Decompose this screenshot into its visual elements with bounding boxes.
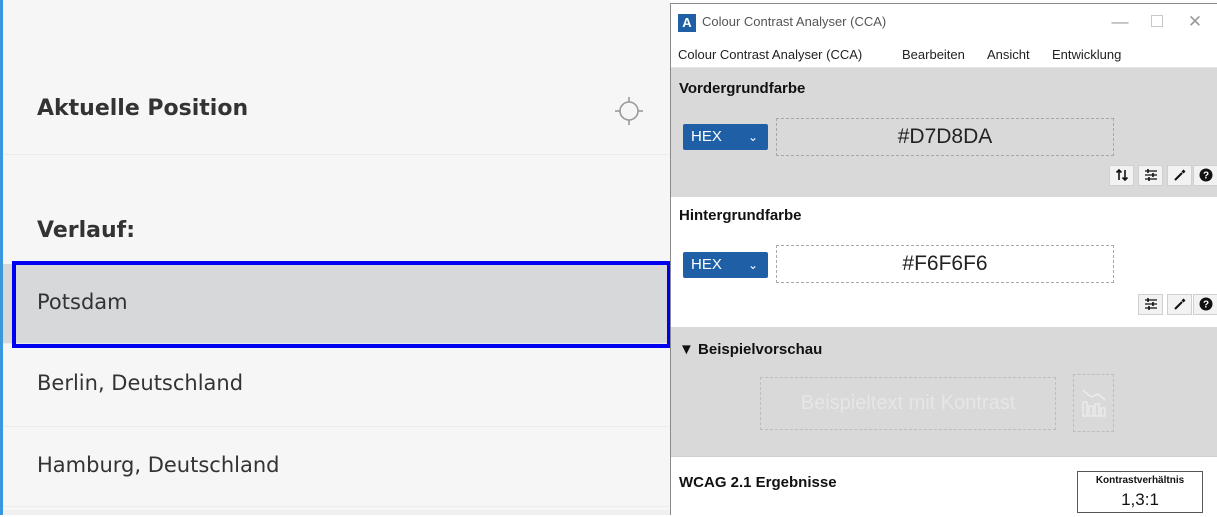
minimize-button[interactable]: — (1105, 10, 1135, 34)
background-help-button[interactable]: ? (1193, 294, 1217, 315)
foreground-eyedropper-button[interactable] (1167, 165, 1192, 186)
eyedropper-icon (1173, 298, 1185, 310)
foreground-help-button[interactable]: ? (1193, 165, 1217, 186)
swap-icon (1115, 168, 1128, 182)
foreground-heading: Vordergrundfarbe (679, 80, 806, 97)
eyedropper-icon (1173, 169, 1185, 181)
current-position-label: Aktuelle Position (37, 96, 249, 121)
foreground-hex-input[interactable]: #D7D8DA (776, 118, 1114, 156)
background-sliders-button[interactable] (1138, 294, 1163, 315)
menu-item-app[interactable]: Colour Contrast Analyser (CCA) (678, 47, 862, 62)
contrast-ratio-label: Kontrastverhältnis (1095, 475, 1185, 486)
svg-text:?: ? (1202, 300, 1208, 311)
background-heading: Hintergrundfarbe (679, 207, 802, 224)
svg-text:?: ? (1202, 171, 1208, 182)
contrast-ratio-value: 1,3:1 (1121, 490, 1159, 509)
wcag-results-panel: WCAG 2.1 Ergebnisse Kontrastverhältnis 1… (671, 456, 1217, 517)
maximize-icon (1151, 15, 1163, 27)
maximize-button[interactable] (1142, 10, 1172, 34)
current-position-row[interactable]: Aktuelle Position (3, 60, 670, 155)
help-icon: ? (1199, 297, 1212, 311)
background-panel: Hintergrundfarbe HEX ⌄ #F6F6F6 ? (671, 197, 1217, 327)
sample-text-preview: Beispieltext mit Kontrast (760, 377, 1056, 430)
menu-item-edit[interactable]: Bearbeiten (902, 47, 965, 62)
menu-item-view[interactable]: Ansicht (987, 47, 1030, 62)
background-hex-input[interactable]: #F6F6F6 (776, 245, 1114, 283)
contrast-ratio-box: Kontrastverhältnis 1,3:1 (1077, 471, 1203, 513)
title-bar[interactable]: A Colour Contrast Analyser (CCA) — ✕ (671, 4, 1217, 42)
wcag-heading: WCAG 2.1 Ergebnisse (679, 474, 837, 491)
locate-icon[interactable] (614, 96, 644, 126)
format-label: HEX (691, 128, 722, 145)
sliders-icon (1144, 169, 1157, 181)
format-label: HEX (691, 256, 722, 273)
cca-window: A Colour Contrast Analyser (CCA) — ✕ Col… (670, 3, 1217, 517)
window-title: Colour Contrast Analyser (CCA) (702, 14, 887, 29)
list-item-label: Berlin, Deutschland (37, 371, 244, 395)
help-icon: ? (1199, 168, 1212, 182)
chevron-down-icon: ⌄ (747, 130, 758, 144)
close-button[interactable]: ✕ (1180, 10, 1210, 34)
list-item-label: Hamburg, Deutschland (37, 453, 280, 477)
history-title: Verlauf: (37, 218, 136, 243)
list-bottom-edge (3, 510, 670, 515)
location-list-app: Aktuelle Position Verlauf: Potsdam Berli… (0, 0, 671, 515)
app-icon: A (678, 14, 696, 32)
chart-icon (1082, 389, 1106, 417)
foreground-format-select[interactable]: HEX ⌄ (683, 124, 768, 150)
list-item-hamburg[interactable]: Hamburg, Deutschland (3, 427, 670, 507)
menu-bar: Colour Contrast Analyser (CCA) Bearbeite… (671, 42, 1217, 68)
sliders-icon (1144, 298, 1157, 310)
preview-panel: ▼ Beispielvorschau Beispieltext mit Kont… (671, 329, 1217, 456)
contrast-chart-button[interactable] (1073, 374, 1114, 432)
preview-heading[interactable]: ▼ Beispielvorschau (679, 341, 822, 358)
list-item-potsdam[interactable]: Potsdam (3, 264, 670, 344)
foreground-sliders-button[interactable] (1138, 165, 1163, 186)
foreground-panel: Vordergrundfarbe HEX ⌄ #D7D8DA ? (671, 68, 1217, 193)
swap-colors-button[interactable] (1109, 165, 1134, 186)
chevron-down-icon: ⌄ (747, 258, 758, 272)
background-format-select[interactable]: HEX ⌄ (683, 252, 768, 278)
background-eyedropper-button[interactable] (1167, 294, 1192, 315)
menu-item-development[interactable]: Entwicklung (1052, 47, 1121, 62)
list-item-label: Potsdam (37, 290, 128, 314)
list-item-berlin[interactable]: Berlin, Deutschland (3, 345, 670, 427)
